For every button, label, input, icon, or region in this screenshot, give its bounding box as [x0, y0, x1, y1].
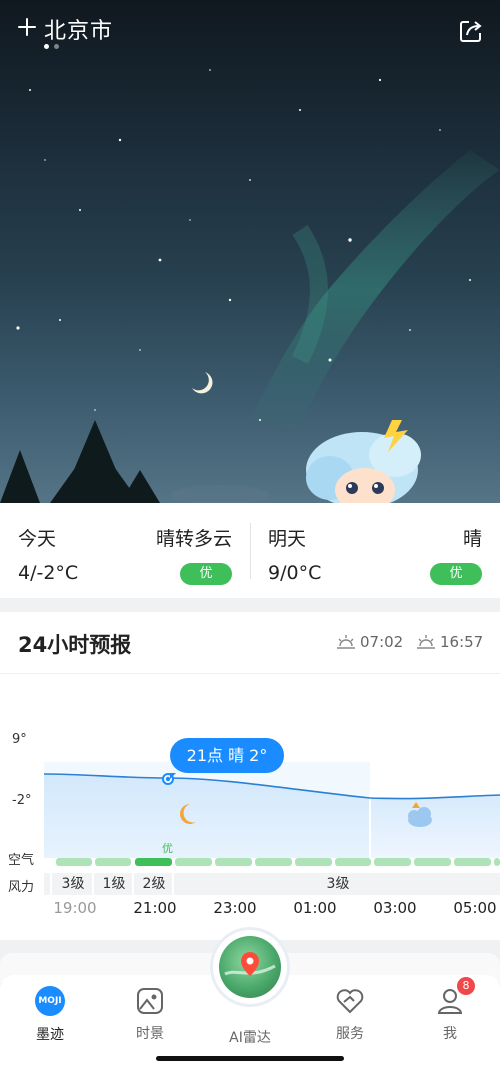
top-bar: 北京市: [0, 0, 500, 60]
time-label: 01:00: [293, 899, 337, 917]
two-day-summary[interactable]: 今天 晴转多云 4/-2°C 优 明天 晴 9/0°C 优: [0, 503, 500, 598]
tomorrow-summary[interactable]: 明天 晴 9/0°C 优: [268, 503, 482, 598]
time-label: 03:00: [373, 899, 417, 917]
card-separator: [0, 673, 500, 674]
image-icon: [134, 985, 166, 1017]
night-sky-illustration: [0, 69, 500, 503]
air-quality-segment: [95, 858, 131, 866]
sunrise-time: 07:02: [360, 633, 404, 651]
air-quality-segment: [255, 858, 292, 866]
wind-row: 3级 1级 2级 3级: [44, 873, 500, 895]
time-label: 05:00: [453, 899, 497, 917]
nav-label: 时景: [136, 1026, 164, 1042]
time-label: 21:00: [133, 899, 177, 917]
sunset-time: 16:57: [440, 633, 484, 651]
forecast-title: 24小时预报: [18, 633, 132, 657]
hour-tooltip: 21点 晴 2°: [170, 738, 284, 779]
page-dot-active: [44, 44, 49, 49]
nav-item-services[interactable]: 服务: [310, 985, 390, 1043]
air-quality-segment: [56, 858, 92, 866]
air-quality-segment: [454, 858, 491, 866]
moji-logo-text: MOJI: [35, 986, 65, 1016]
nav-item-moji[interactable]: MOJI 墨迹: [10, 985, 90, 1044]
air-quality-segment: [494, 858, 500, 866]
notification-badge: 8: [457, 977, 475, 995]
tomorrow-label: 明天: [268, 528, 307, 550]
today-aqi-badge: 优: [180, 563, 232, 585]
wind-cell: 3级: [54, 873, 94, 895]
home-indicator: [156, 1056, 344, 1061]
wind-cell: 2级: [136, 873, 174, 895]
tomorrow-condition: 晴: [462, 528, 482, 550]
sunset-icon: [417, 635, 435, 649]
today-label: 今天: [18, 528, 57, 550]
air-quality-segment: [335, 858, 371, 866]
nav-label: 服务: [336, 1026, 364, 1042]
air-quality-label: 空气: [8, 853, 35, 868]
today-condition: 晴转多云: [155, 528, 232, 550]
nav-label: 我: [443, 1026, 457, 1042]
past-shading: [44, 762, 370, 858]
day-divider: [250, 523, 251, 579]
today-summary[interactable]: 今天 晴转多云 4/-2°C 优: [18, 503, 232, 598]
air-quality-segment-selected: [135, 858, 172, 866]
hourly-forecast-card: 24小时预报 07:02 16:57 9° -2° 21点 晴 2° 空气 优 …: [0, 612, 500, 940]
page-indicator: [44, 44, 59, 49]
tomorrow-temp: 9/0°C: [268, 562, 322, 584]
nav-item-me[interactable]: 8 我: [410, 977, 490, 1043]
nav-item-scenes[interactable]: 时景: [110, 985, 190, 1043]
add-city-button[interactable]: [14, 14, 40, 40]
wind-label: 风力: [8, 880, 35, 895]
y-axis-high: 9°: [12, 732, 27, 747]
tomorrow-aqi-badge: 优: [430, 563, 482, 585]
nav-label: 墨迹: [36, 1027, 64, 1043]
today-temp: 4/-2°C: [18, 562, 79, 584]
sunrise-icon: [337, 635, 355, 649]
wind-cell: [44, 873, 52, 895]
ai-radar-button[interactable]: [213, 930, 287, 1004]
air-quality-segment: [215, 858, 252, 866]
city-name[interactable]: 北京市: [44, 13, 113, 45]
share-icon[interactable]: [458, 18, 484, 44]
time-label: 19:00: [53, 899, 97, 917]
profile-icon: 8: [434, 977, 475, 1017]
air-quality-row: [44, 858, 500, 868]
weather-hero: 北京市: [0, 0, 500, 503]
temperature-chart[interactable]: [44, 762, 500, 862]
nav-item-ai-radar[interactable]: AI雷达: [210, 1021, 290, 1047]
nav-label: AI雷达: [229, 1030, 271, 1046]
radar-map-icon: [219, 936, 281, 998]
page-dot: [54, 44, 59, 49]
y-axis-low: -2°: [12, 793, 32, 808]
time-label: 23:00: [213, 899, 257, 917]
air-quality-segment: [414, 858, 451, 866]
air-quality-best-label: 优: [162, 842, 173, 855]
wind-cell: 1级: [96, 873, 134, 895]
air-quality-segment: [374, 858, 411, 866]
moji-logo-icon: MOJI: [34, 986, 66, 1018]
air-quality-segment: [295, 858, 332, 866]
sunset: 16:57: [416, 633, 483, 651]
air-quality-segment: [175, 858, 212, 866]
sunrise: 07:02: [336, 633, 403, 651]
heart-hands-icon: [334, 985, 366, 1017]
wind-cell: 3级: [326, 876, 350, 892]
